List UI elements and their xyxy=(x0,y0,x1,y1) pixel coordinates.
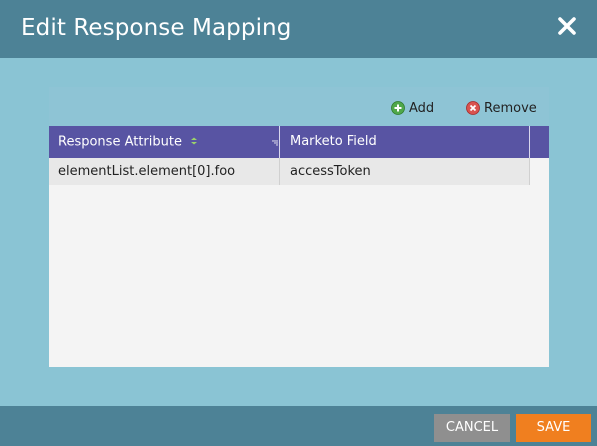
save-button[interactable]: SAVE xyxy=(516,414,591,442)
grid-header: Response Attribute Marketo Field xyxy=(49,126,549,158)
column-header-marketo-field[interactable]: Marketo Field xyxy=(281,126,530,158)
cancel-button[interactable]: CANCEL xyxy=(434,414,510,442)
column-header-response-attribute[interactable]: Response Attribute xyxy=(49,126,280,158)
remove-label: Remove xyxy=(484,100,537,116)
dialog-footer: CANCEL SAVE xyxy=(0,406,597,446)
close-icon[interactable] xyxy=(557,15,577,37)
dialog-header: Edit Response Mapping xyxy=(0,0,597,58)
column-header-label: Response Attribute xyxy=(58,134,182,150)
response-attribute-cell[interactable]: elementList.element[0].foo xyxy=(49,158,280,185)
plus-circle-icon xyxy=(391,101,405,115)
table-row[interactable]: elementList.element[0].foo accessToken xyxy=(49,158,530,185)
grid-toolbar: Add Remove xyxy=(49,87,549,126)
sort-icon xyxy=(190,126,198,158)
column-header-label: Marketo Field xyxy=(290,134,377,149)
marketo-field-cell[interactable]: accessToken xyxy=(281,158,530,185)
column-resize-grip-icon[interactable] xyxy=(270,129,278,161)
add-label: Add xyxy=(409,100,435,116)
x-circle-icon xyxy=(466,101,480,115)
mapping-panel: Add Remove Response Attribute Marketo Fi… xyxy=(49,87,549,367)
add-button[interactable]: Add xyxy=(391,99,434,117)
dialog-title: Edit Response Mapping xyxy=(21,15,292,41)
remove-button[interactable]: Remove xyxy=(466,99,537,117)
